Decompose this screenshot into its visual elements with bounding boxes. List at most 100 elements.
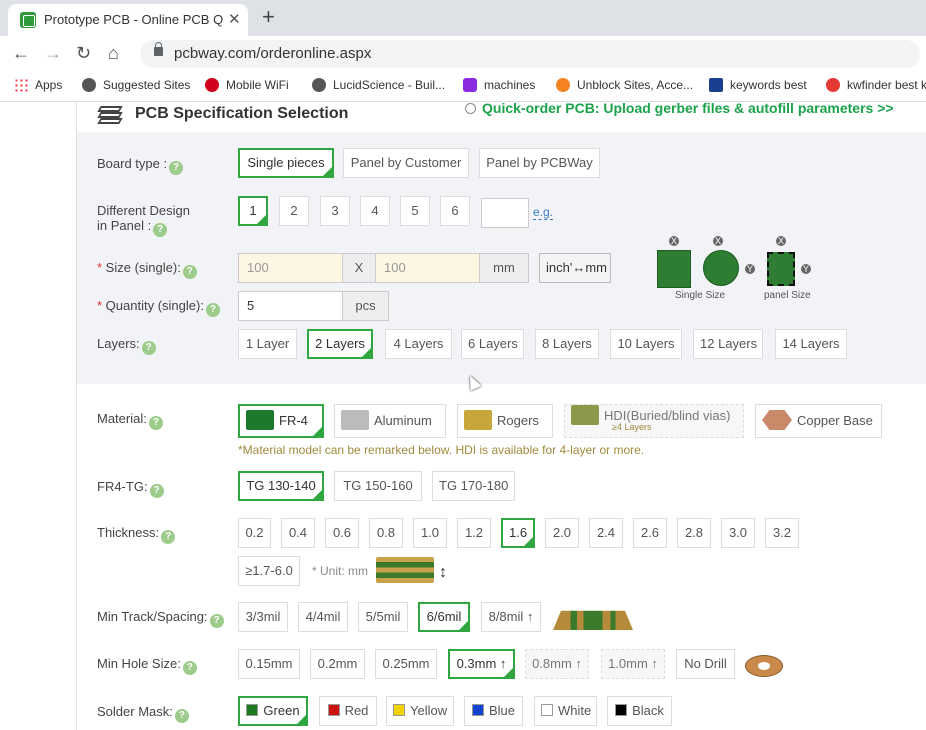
unit-toggle-button[interactable]: inch'↔mm <box>539 253 611 283</box>
help-icon[interactable]: ? <box>169 161 184 175</box>
thickness-0-4[interactable]: 0.4 <box>281 518 315 548</box>
thickness-1-2[interactable]: 1.2 <box>457 518 491 548</box>
quantity-input[interactable]: 5 <box>238 291 343 321</box>
hole-0-8[interactable]: 0.8mm ↑ <box>525 649 589 679</box>
track-4-4[interactable]: 4/4mil <box>298 602 348 632</box>
design-example-link[interactable]: e.g. <box>533 205 554 220</box>
hole-no-drill[interactable]: No Drill <box>676 649 735 679</box>
bookmark-apps[interactable]: Apps <box>14 78 62 92</box>
bookmark-keywords-best[interactable]: keywords best <box>709 78 807 92</box>
size-x-input[interactable]: 100 <box>238 253 343 283</box>
help-icon[interactable]: ? <box>148 416 163 430</box>
material-aluminum[interactable]: Aluminum <box>334 404 446 438</box>
help-icon[interactable]: ? <box>141 341 156 355</box>
hole-0-25[interactable]: 0.25mm <box>375 649 437 679</box>
browser-tab[interactable]: Prototype PCB - Online PCB Quo ✕ <box>8 4 248 36</box>
thickness-custom[interactable]: ≥1.7-6.0 <box>238 556 300 586</box>
bookmark-suggested-sites[interactable]: Suggested Sites <box>82 78 190 92</box>
solder-green[interactable]: Green <box>238 696 308 726</box>
new-tab-icon[interactable]: + <box>262 4 275 30</box>
help-icon[interactable]: ? <box>161 530 176 544</box>
reload-icon[interactable]: ↻ <box>76 43 91 64</box>
thickness-1-0[interactable]: 1.0 <box>413 518 447 548</box>
bookmark-machines[interactable]: machines <box>463 78 535 92</box>
home-icon[interactable]: ⌂ <box>108 43 119 64</box>
design-option-2[interactable]: 2 <box>279 196 309 226</box>
design-option-5[interactable]: 5 <box>400 196 430 226</box>
quick-order-radio[interactable] <box>465 103 476 114</box>
forward-icon[interactable]: → <box>44 43 62 64</box>
help-icon[interactable]: ? <box>182 265 197 279</box>
x-dimension-icon: X <box>713 236 723 246</box>
layers-option-1[interactable]: 1 Layer <box>238 329 297 359</box>
hole-0-2[interactable]: 0.2mm <box>310 649 365 679</box>
help-icon[interactable]: ? <box>149 484 164 498</box>
layers-option-12[interactable]: 12 Layers <box>693 329 763 359</box>
track-3-3[interactable]: 3/3mil <box>238 602 288 632</box>
help-icon[interactable]: ? <box>209 614 224 628</box>
board-type-panel-customer[interactable]: Panel by Customer <box>343 148 469 178</box>
layers-option-8[interactable]: 8 Layers <box>535 329 599 359</box>
design-custom-input[interactable] <box>481 198 529 228</box>
layers-option-14[interactable]: 14 Layers <box>775 329 847 359</box>
bookmark-unblock-sites[interactable]: Unblock Sites, Acce... <box>556 78 693 92</box>
blue-swatch-icon <box>471 704 484 716</box>
hole-1-0[interactable]: 1.0mm ↑ <box>601 649 665 679</box>
help-icon[interactable]: ? <box>153 223 168 237</box>
keywords-icon <box>709 78 723 92</box>
thickness-3-2[interactable]: 3.2 <box>765 518 799 548</box>
board-type-panel-pcbway[interactable]: Panel by PCBWay <box>479 148 600 178</box>
track-6-6[interactable]: 6/6mil <box>418 602 470 632</box>
help-icon[interactable]: ? <box>182 661 197 675</box>
machines-icon <box>463 78 477 92</box>
bookmark-kwfinder[interactable]: kwfinder best k <box>826 78 926 92</box>
solder-white[interactable]: White <box>534 696 597 726</box>
bookmark-lucidscience[interactable]: LucidScience - Buil... <box>312 78 445 92</box>
thickness-2-6[interactable]: 2.6 <box>633 518 667 548</box>
tg-option-170[interactable]: TG 170-180 <box>432 471 515 501</box>
help-icon[interactable]: ? <box>205 303 220 317</box>
tab-title: Prototype PCB - Online PCB Quo <box>44 12 224 27</box>
material-fr4[interactable]: FR-4 <box>238 404 324 438</box>
design-option-3[interactable]: 3 <box>320 196 350 226</box>
thickness-1-6[interactable]: 1.6 <box>501 518 535 548</box>
layers-option-6[interactable]: 6 Layers <box>461 329 524 359</box>
apps-grid-icon <box>14 78 28 92</box>
size-y-input[interactable]: 100 <box>375 253 480 283</box>
bookmark-mobile-wifi[interactable]: Mobile WiFi <box>205 78 289 92</box>
solder-red[interactable]: Red <box>319 696 377 726</box>
solder-yellow[interactable]: Yellow <box>386 696 454 726</box>
url-input[interactable]: pcbway.com/orderonline.aspx <box>140 40 920 68</box>
close-icon[interactable]: ✕ <box>228 10 241 28</box>
tg-option-130[interactable]: TG 130-140 <box>238 471 324 501</box>
layers-option-2[interactable]: 2 Layers <box>307 329 373 359</box>
thickness-2-8[interactable]: 2.8 <box>677 518 711 548</box>
hole-0-3[interactable]: 0.3mm ↑ <box>448 649 515 679</box>
design-option-6[interactable]: 6 <box>440 196 470 226</box>
help-icon[interactable]: ? <box>174 709 189 723</box>
thickness-2-0[interactable]: 2.0 <box>545 518 579 548</box>
design-option-4[interactable]: 4 <box>360 196 390 226</box>
thickness-unit-note: * Unit: mm <box>312 564 369 578</box>
track-5-5[interactable]: 5/5mil <box>358 602 408 632</box>
material-copper-base[interactable]: Copper Base <box>755 404 882 438</box>
quick-order-link[interactable]: Quick-order PCB: Upload gerber files & a… <box>465 100 894 116</box>
thickness-2-4[interactable]: 2.4 <box>589 518 623 548</box>
design-option-1[interactable]: 1 <box>238 196 268 226</box>
layers-option-10[interactable]: 10 Layers <box>610 329 682 359</box>
y-dimension-icon: Y <box>745 264 755 274</box>
solder-blue[interactable]: Blue <box>464 696 523 726</box>
material-rogers[interactable]: Rogers <box>457 404 553 438</box>
tg-option-150[interactable]: TG 150-160 <box>334 471 422 501</box>
track-8-8[interactable]: 8/8mil ↑ <box>481 602 541 632</box>
thickness-0-2[interactable]: 0.2 <box>238 518 271 548</box>
thickness-0-6[interactable]: 0.6 <box>325 518 359 548</box>
thickness-3-0[interactable]: 3.0 <box>721 518 755 548</box>
thickness-0-8[interactable]: 0.8 <box>369 518 403 548</box>
hole-0-15[interactable]: 0.15mm <box>238 649 300 679</box>
back-icon[interactable]: ← <box>12 43 30 64</box>
layers-option-4[interactable]: 4 Layers <box>385 329 452 359</box>
material-hdi[interactable]: HDI(Buried/blind vias) ≥4 Layers <box>564 404 744 438</box>
board-type-single[interactable]: Single pieces <box>238 148 334 178</box>
solder-black[interactable]: Black <box>607 696 672 726</box>
